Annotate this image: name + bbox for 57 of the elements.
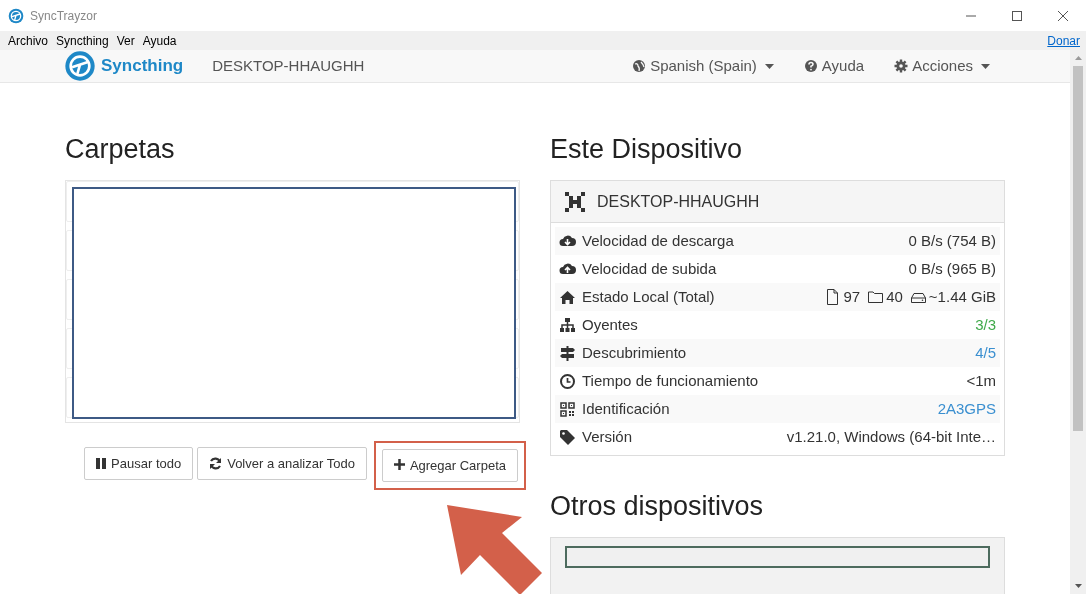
pause-icon — [96, 457, 107, 470]
help-icon — [803, 59, 818, 73]
nav-help-menu[interactable]: Ayuda — [803, 54, 865, 78]
app-logo-icon — [8, 7, 24, 24]
identicon-icon — [565, 191, 585, 212]
settings-icon — [894, 59, 909, 73]
stat-label: Identificación — [582, 398, 670, 419]
stat-label: Estado Local (Total) — [582, 286, 715, 307]
folder-action-button[interactable]: Agregar Carpeta — [381, 449, 518, 482]
folder-action-button[interactable]: Pausar todo — [84, 447, 194, 480]
stat-label: Velocidad de subida — [582, 258, 717, 279]
globe-icon — [632, 59, 647, 73]
menu-item[interactable]: Archivo — [4, 31, 52, 50]
section-heading: Este Dispositivo — [550, 133, 744, 165]
folder-icon — [868, 289, 884, 305]
scroll-up-icon — [1074, 56, 1082, 60]
folder-action-button[interactable]: Volver a analizar Todo — [197, 447, 367, 480]
stat-value: v1.21.0, Windows (64-bit Inte… — [786, 426, 996, 447]
brand-name: Syncthing — [101, 55, 184, 78]
stat-label: Velocidad de descarga — [582, 230, 734, 251]
scroll-down-icon — [1074, 584, 1082, 588]
device-name: DESKTOP-HHAUGHH — [212, 55, 365, 76]
stat-label: Versión — [582, 426, 633, 447]
stat-label: Oyentes — [582, 314, 638, 335]
stat-value: <1m — [966, 370, 996, 391]
stat-value: 0 B/s (965 B) — [908, 258, 996, 279]
section-heading: Carpetas — [65, 133, 176, 165]
maximize-icon — [1012, 10, 1022, 21]
close-icon — [1058, 10, 1068, 21]
plus-icon — [393, 459, 405, 472]
nav-actions-menu[interactable]: Acciones — [894, 54, 990, 78]
stat-value: 0 B/s (754 B) — [908, 230, 996, 251]
stat-value: 97 — [843, 286, 861, 307]
qr-code-icon — [559, 400, 576, 418]
refresh-icon — [209, 457, 223, 470]
stat-value: 40 — [886, 286, 903, 307]
stat-value: 4/5 — [975, 342, 996, 363]
stat-value: ~1.44 GiB — [928, 286, 996, 307]
menu-item[interactable]: Syncthing — [52, 31, 113, 50]
sitemap-icon — [559, 316, 576, 334]
menu-item[interactable]: Ver — [112, 31, 139, 50]
menu-item[interactable]: Ayuda — [138, 31, 181, 50]
scrollbar-thumb[interactable] — [1073, 66, 1083, 431]
window-title: SyncTrayzor — [30, 7, 97, 25]
section-heading: Otros dispositivos — [550, 490, 765, 522]
file-icon — [825, 289, 841, 305]
stat-label: Tiempo de funcionamiento — [582, 370, 759, 391]
stat-value: 2A3GPS — [937, 398, 996, 419]
donate-link[interactable]: Donar — [1047, 31, 1080, 50]
signpost-icon — [559, 344, 576, 362]
home-icon — [559, 288, 576, 306]
stat-label: Descubrimiento — [582, 342, 687, 363]
tag-icon — [559, 428, 576, 446]
clock-icon — [559, 372, 576, 390]
device-name: DESKTOP-HHAUGHH — [597, 191, 760, 212]
nav-language-menu[interactable]: Spanish (Spain) — [632, 54, 774, 78]
stat-value: 3/3 — [975, 314, 996, 335]
